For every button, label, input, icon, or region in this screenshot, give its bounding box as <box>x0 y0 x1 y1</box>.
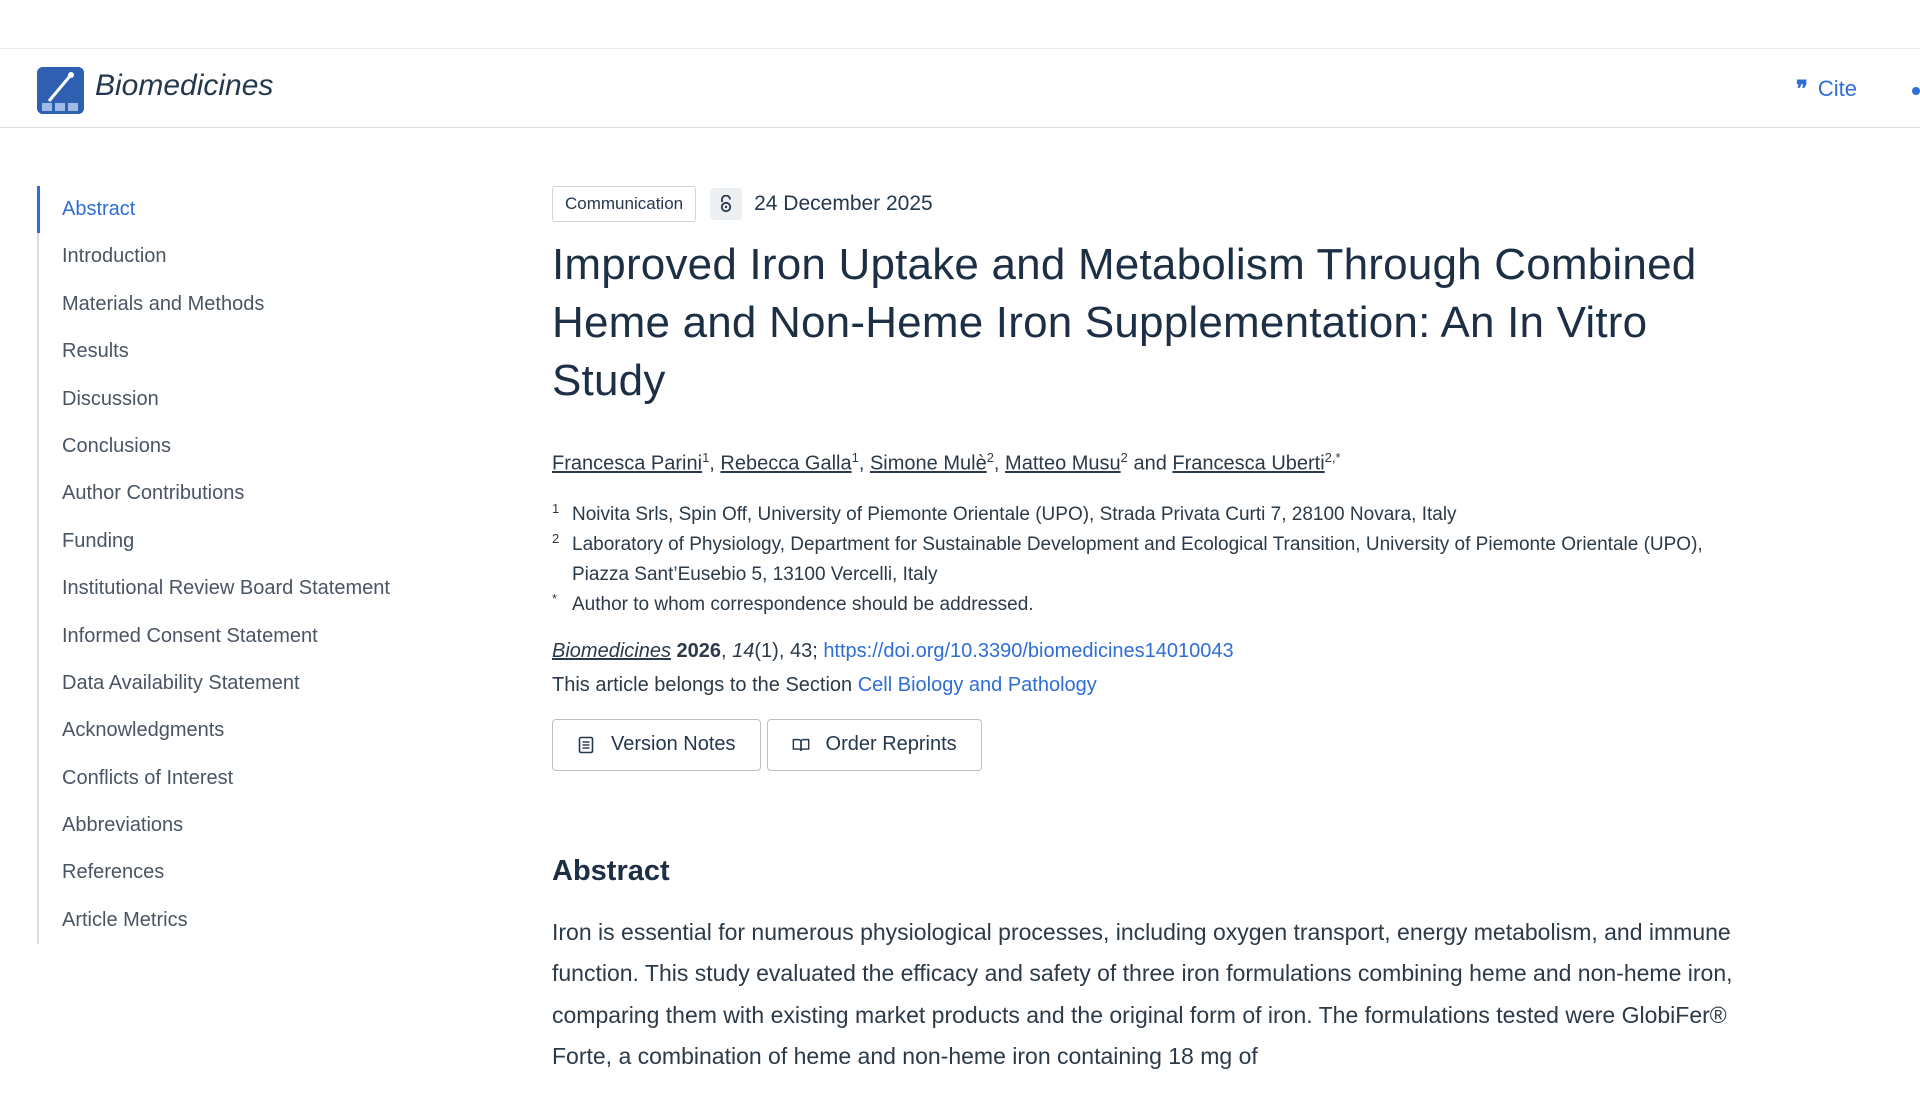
affiliations: 1 Noivita Srls, Spin Off, University of … <box>552 500 1742 620</box>
toc-item-results[interactable]: Results <box>39 328 459 375</box>
affiliation-text: Author to whom correspondence should be … <box>572 593 1034 615</box>
toc-item-conclusions[interactable]: Conclusions <box>39 423 459 470</box>
section-link[interactable]: Cell Biology and Pathology <box>858 674 1097 696</box>
section-line: This article belongs to the Section Cell… <box>552 668 1742 702</box>
affiliation-number: * <box>552 590 558 606</box>
site-header: Biomedicines ❞ Cite <box>0 49 1920 128</box>
affiliation-item: 2 Laboratory of Physiology, Department f… <box>552 530 1742 590</box>
section-prefix: This article belongs to the Section <box>552 673 853 696</box>
toc-item-conflicts[interactable]: Conflicts of Interest <box>39 755 459 802</box>
article-type-badge: Communication <box>552 186 697 222</box>
version-notes-label: Version Notes <box>611 733 736 756</box>
citation-line: Biomedicines 2026, 14(1), 43; https://do… <box>552 639 1234 662</box>
author-affiliation-sup: 2,* <box>1324 450 1341 465</box>
author-list: Francesca Parini1, Rebecca Galla1, Simon… <box>552 450 1341 475</box>
order-reprints-label: Order Reprints <box>825 733 957 756</box>
toc-item-article-metrics[interactable]: Article Metrics <box>39 897 459 944</box>
biomedicines-logo-icon[interactable] <box>37 67 84 114</box>
author-affiliation-sup: 1 <box>702 450 710 465</box>
authors-and-word: and <box>1133 452 1167 475</box>
author-link[interactable]: Francesca Parini <box>552 453 702 475</box>
citation-issue-pages: (1), 43; <box>754 639 818 662</box>
citation-year: 2026 <box>676 639 722 662</box>
abstract-text: Iron is essential for numerous physiolog… <box>552 918 1733 1070</box>
article-actions: Version Notes Order Reprints <box>552 718 1742 771</box>
citation-volume: 14 <box>732 639 755 662</box>
toc-item-informed-consent[interactable]: Informed Consent Statement <box>39 613 459 660</box>
author-link[interactable]: Matteo Musu <box>1005 453 1121 475</box>
toc-item-irb-statement[interactable]: Institutional Review Board Statement <box>39 565 459 612</box>
toc-item-acknowledgments[interactable]: Acknowledgments <box>39 707 459 754</box>
affiliation-text: Noivita Srls, Spin Off, University of Pi… <box>572 503 1457 525</box>
toc-item-author-contributions[interactable]: Author Contributions <box>39 470 459 517</box>
journal-brand[interactable]: Biomedicines <box>95 69 273 103</box>
table-of-contents: Abstract Introduction Materials and Meth… <box>37 186 459 945</box>
book-open-icon <box>792 738 809 751</box>
publication-date: 24 December 2025 <box>754 192 933 215</box>
toc-item-introduction[interactable]: Introduction <box>39 233 459 280</box>
toc-item-abbreviations[interactable]: Abbreviations <box>39 802 459 849</box>
open-access-icon <box>710 188 743 220</box>
citation-block: Biomedicines 2026, 14(1), 43; https://do… <box>552 634 1742 702</box>
affiliation-item: * Author to whom correspondence should b… <box>552 590 1742 620</box>
quote-icon: ❞ <box>1796 76 1808 102</box>
article-title: Improved Iron Uptake and Metabolism Thro… <box>552 240 1697 405</box>
author-link[interactable]: Simone Mulè <box>870 453 987 475</box>
cite-label: Cite <box>1817 76 1857 101</box>
cite-button[interactable]: ❞ Cite <box>1796 76 1857 102</box>
author-link[interactable]: Rebecca Galla <box>720 453 851 475</box>
toc-item-funding[interactable]: Funding <box>39 518 459 565</box>
share-icon[interactable] <box>1912 87 1920 95</box>
citation-journal[interactable]: Biomedicines <box>552 640 671 662</box>
version-notes-button[interactable]: Version Notes <box>552 718 761 771</box>
author-affiliation-sup: 2 <box>986 450 994 465</box>
author-link[interactable]: Francesca Uberti <box>1172 453 1324 475</box>
article-main: Communication 24 December 2025 Improved … <box>552 186 1742 1101</box>
author-affiliation-sup: 1 <box>851 450 859 465</box>
toc-item-materials-methods[interactable]: Materials and Methods <box>39 281 459 328</box>
doi-link[interactable]: https://doi.org/10.3390/biomedicines1401… <box>823 640 1233 662</box>
abstract-heading: Abstract <box>552 854 670 887</box>
toc-item-discussion[interactable]: Discussion <box>39 376 459 423</box>
browser-top-strip <box>0 0 1920 49</box>
toc-item-data-availability[interactable]: Data Availability Statement <box>39 660 459 707</box>
document-icon <box>578 736 594 753</box>
affiliation-text: Laboratory of Physiology, Department for… <box>572 533 1703 585</box>
toc-item-abstract[interactable]: Abstract <box>37 186 459 234</box>
affiliation-item: 1 Noivita Srls, Spin Off, University of … <box>552 500 1742 530</box>
affiliation-number: 1 <box>552 500 560 516</box>
order-reprints-button[interactable]: Order Reprints <box>766 718 982 771</box>
article-meta: Communication 24 December 2025 <box>552 186 1742 222</box>
author-affiliation-sup: 2 <box>1120 450 1128 465</box>
toc-item-references[interactable]: References <box>39 849 459 896</box>
affiliation-number: 2 <box>552 530 560 546</box>
